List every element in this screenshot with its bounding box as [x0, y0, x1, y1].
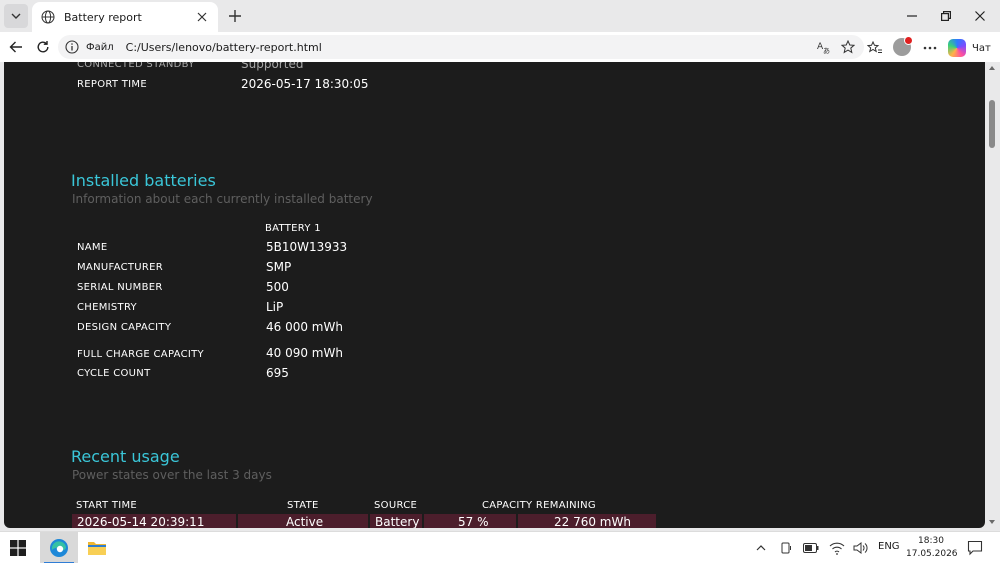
- page-scrollbar[interactable]: [986, 62, 998, 528]
- chevron-up-icon: [756, 545, 766, 551]
- installed-batteries-subtitle: Information about each currently install…: [72, 192, 373, 206]
- show-hidden-icons-button[interactable]: [752, 539, 770, 557]
- chemistry-value: LiP: [266, 300, 284, 314]
- favorites-list-icon: [867, 41, 882, 53]
- cycle-count-value: 695: [266, 366, 289, 380]
- edge-browser-icon: [50, 539, 68, 557]
- tab-battery-report[interactable]: Battery report: [32, 2, 218, 32]
- copilot-icon: [948, 39, 966, 57]
- usage-header-state: STATE: [287, 500, 319, 511]
- tab-title: Battery report: [64, 10, 142, 24]
- report-time-value: 2026-05-17 18:30:05: [241, 77, 369, 91]
- manufacturer-value: SMP: [266, 260, 292, 274]
- scroll-down-arrow-icon[interactable]: [988, 518, 996, 526]
- arrow-left-icon: [9, 41, 22, 53]
- input-language-indicator[interactable]: ENG: [878, 541, 900, 552]
- minimize-icon: [907, 15, 917, 17]
- folder-icon: [88, 542, 106, 555]
- tab-close-icon[interactable]: [194, 9, 210, 25]
- full-charge-capacity-value: 40 090 mWh: [266, 346, 343, 360]
- tray-device-icon[interactable]: [777, 539, 795, 557]
- address-scheme-label: Файл: [86, 41, 114, 53]
- new-tab-button[interactable]: [224, 5, 246, 27]
- clock-time: 18:30: [918, 536, 944, 546]
- tab-actions-menu-button[interactable]: [4, 4, 28, 28]
- taskbar-file-explorer-app[interactable]: [78, 532, 116, 563]
- usage-header-start-time: START TIME: [76, 500, 138, 511]
- close-icon: [975, 11, 985, 21]
- content-frame: CONNECTED STANDBY Supported REPORT TIME …: [0, 62, 1000, 530]
- tray-battery-icon[interactable]: [802, 539, 820, 557]
- refresh-button[interactable]: [31, 35, 55, 59]
- design-capacity-value: 46 000 mWh: [266, 320, 343, 334]
- close-window-button[interactable]: [962, 0, 998, 32]
- usage-state-cell: Active: [238, 514, 368, 528]
- notifications-button[interactable]: [966, 539, 984, 557]
- name-value: 5B10W13933: [266, 240, 348, 254]
- windows-taskbar: ENG 18:30 17.05.2026: [0, 531, 1000, 563]
- favorites-button[interactable]: [864, 37, 886, 59]
- tray-volume-icon[interactable]: [852, 539, 870, 557]
- design-capacity-label: DESIGN CAPACITY: [77, 322, 172, 333]
- refresh-icon: [37, 41, 49, 53]
- settings-more-button[interactable]: [919, 37, 941, 59]
- connected-standby-value: Supported: [241, 62, 304, 71]
- restore-button[interactable]: [928, 0, 964, 32]
- manufacturer-label: MANUFACTURER: [77, 262, 163, 273]
- device-icon: [781, 542, 791, 554]
- plus-icon: [229, 10, 241, 22]
- read-aloud-icon[interactable]: Aあ: [814, 37, 834, 57]
- usage-percent-cell: 57 %: [424, 514, 516, 528]
- usage-header-capacity-remaining: CAPACITY REMAINING: [482, 500, 596, 511]
- info-icon[interactable]: [64, 39, 80, 55]
- serial-number-label: SERIAL NUMBER: [77, 282, 163, 293]
- usage-source-cell: Battery: [370, 514, 422, 528]
- cycle-count-label: CYCLE COUNT: [77, 368, 151, 379]
- chevron-down-icon: [11, 13, 21, 19]
- usage-start-time-cell: 2026-05-14 20:39:11: [72, 514, 236, 528]
- address-bar[interactable]: Файл C:/Users/lenovo/battery-report.html…: [58, 35, 864, 59]
- usage-mwh-cell: 22 760 mWh: [518, 514, 656, 528]
- connected-standby-label: CONNECTED STANDBY: [77, 62, 195, 70]
- notification-chat-icon: [967, 540, 983, 556]
- clock-date: 17.05.2026: [906, 549, 958, 559]
- copilot-label: Чат: [972, 42, 991, 54]
- tab-strip: Battery report: [0, 0, 1000, 32]
- svg-text:あ: あ: [823, 47, 830, 54]
- battery-icon: [803, 543, 819, 553]
- recent-usage-subtitle: Power states over the last 3 days: [72, 468, 272, 482]
- profile-avatar[interactable]: [893, 36, 913, 56]
- report-time-label: REPORT TIME: [77, 79, 147, 90]
- wifi-icon: [829, 542, 845, 555]
- globe-icon: [40, 9, 56, 25]
- scroll-up-arrow-icon[interactable]: [988, 64, 996, 72]
- serial-number-value: 500: [266, 280, 289, 294]
- restore-icon: [941, 11, 951, 21]
- recent-usage-heading: Recent usage: [71, 447, 180, 466]
- copilot-chat-button[interactable]: Чат: [948, 37, 991, 59]
- chemistry-label: CHEMISTRY: [77, 302, 137, 313]
- address-url[interactable]: C:/Users/lenovo/battery-report.html: [126, 41, 810, 54]
- windows-start-icon[interactable]: [10, 540, 26, 556]
- name-label: NAME: [77, 242, 108, 253]
- favorite-star-icon[interactable]: [838, 37, 858, 57]
- navigation-bar: Файл C:/Users/lenovo/battery-report.html…: [0, 32, 1000, 62]
- battery-column-header: BATTERY 1: [265, 223, 321, 234]
- taskbar-edge-app[interactable]: [40, 532, 78, 563]
- more-dots-icon: [923, 46, 937, 50]
- installed-batteries-heading: Installed batteries: [71, 171, 216, 190]
- scrollbar-thumb[interactable]: [989, 100, 995, 148]
- tray-wifi-icon[interactable]: [828, 539, 846, 557]
- speaker-icon: [853, 542, 868, 554]
- back-button[interactable]: [4, 35, 28, 59]
- usage-header-source: SOURCE: [374, 500, 418, 511]
- system-clock[interactable]: 18:30 17.05.2026: [906, 535, 958, 561]
- full-charge-capacity-label: FULL CHARGE CAPACITY: [77, 349, 204, 360]
- battery-report-page: CONNECTED STANDBY Supported REPORT TIME …: [4, 62, 985, 528]
- minimize-button[interactable]: [894, 0, 930, 32]
